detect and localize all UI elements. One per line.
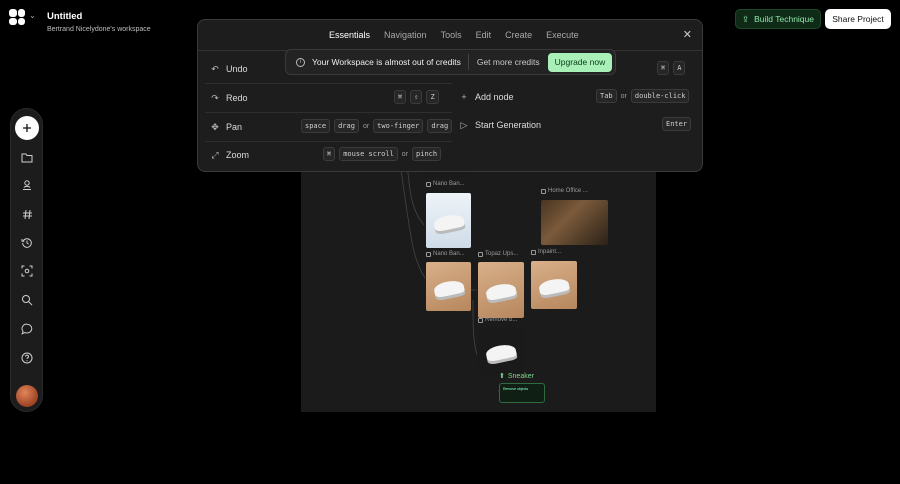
node-image[interactable] — [531, 261, 577, 309]
workspace-name: Bertrand Nicelydone's workspace — [47, 26, 151, 33]
project-title[interactable]: Untitled — [47, 11, 82, 22]
shortcut-tabs: Essentials Navigation Tools Edit Create … — [322, 20, 586, 50]
search-icon[interactable] — [15, 288, 39, 312]
build-technique-button[interactable]: ⇪ Build Technique — [735, 9, 821, 29]
node-label: Topaz Ups... — [478, 251, 518, 257]
shortcut-row-undo: ↶ Undo — [211, 63, 248, 75]
divider — [467, 54, 469, 70]
shortcut-row-pan: ✥ Pan — [211, 121, 243, 133]
close-icon[interactable]: ✕ — [683, 28, 692, 41]
node-image[interactable] — [478, 262, 524, 318]
node-image[interactable] — [426, 193, 471, 248]
info-icon: i — [296, 57, 305, 67]
expand-icon: ⤢ — [211, 149, 219, 160]
user-stack-icon[interactable] — [15, 173, 39, 197]
history-icon[interactable] — [15, 231, 39, 255]
tab-tools[interactable]: Tools — [434, 20, 469, 50]
node-image[interactable] — [478, 328, 524, 374]
node-label: Nano Ban... — [426, 251, 465, 257]
node-label: Remove b... — [478, 317, 517, 323]
plus-icon[interactable] — [15, 116, 39, 140]
right-top-keys: ⌘ A — [657, 61, 686, 75]
undo-icon: ↶ — [211, 63, 219, 74]
move-icon: ✥ — [211, 121, 219, 132]
output-label: ⬆ Sneaker — [499, 372, 534, 381]
chevron-down-icon[interactable]: ⌄ — [29, 11, 36, 20]
divider — [205, 83, 452, 84]
chat-icon[interactable] — [15, 317, 39, 341]
node-label: Inpaint... — [531, 249, 561, 255]
credits-banner: i Your Workspace is almost out of credit… — [285, 49, 616, 75]
tab-execute[interactable]: Execute — [539, 20, 586, 50]
start-generation-keys: Enter — [662, 117, 692, 131]
play-circle-icon: ▷ — [460, 119, 468, 130]
share-project-button[interactable]: Share Project — [825, 9, 891, 29]
shortcut-row-add-node: + Add node — [459, 89, 513, 105]
shortcut-row-redo: ↷ Redo — [211, 92, 248, 104]
node-label: Home Office ... — [541, 188, 588, 194]
tab-essentials[interactable]: Essentials — [322, 20, 378, 50]
avatar[interactable] — [16, 385, 38, 407]
tab-edit[interactable]: Edit — [469, 20, 499, 50]
workflow-canvas[interactable]: Nano Ban... Home Office ... Nano Ban... … — [301, 150, 656, 412]
node-label: Nano Ban... — [426, 181, 465, 187]
output-card[interactable]: Remove objects — [499, 383, 545, 403]
zoom-keys: ⌘ mouse scroll or pinch — [323, 147, 442, 161]
node-image[interactable] — [541, 200, 608, 245]
shortcut-row-zoom: ⤢ Zoom — [211, 149, 250, 161]
credits-message: Your Workspace is almost out of credits — [312, 57, 461, 67]
build-technique-label: Build Technique — [754, 14, 814, 24]
divider — [205, 141, 452, 142]
app-logo[interactable] — [9, 9, 25, 25]
get-more-credits-link[interactable]: Get more credits — [477, 57, 540, 67]
shortcuts-modal: Essentials Navigation Tools Edit Create … — [197, 19, 703, 172]
person-icon: ⬆ — [499, 373, 505, 380]
help-icon[interactable] — [15, 346, 39, 370]
node-image[interactable] — [426, 262, 471, 311]
hash-icon[interactable] — [15, 202, 39, 226]
folder-icon[interactable] — [15, 145, 39, 169]
divider — [205, 112, 452, 113]
add-node-keys: Tab or double-click — [596, 89, 690, 103]
left-toolbar — [10, 108, 43, 412]
plus-icon: + — [461, 92, 467, 102]
scan-face-icon[interactable] — [15, 259, 39, 283]
shortcut-row-start-generation: ▷ Start Generation — [460, 119, 542, 131]
share-tray-icon: ⇪ — [742, 13, 750, 24]
tab-create[interactable]: Create — [498, 20, 539, 50]
redo-keys: ⌘ ⇧ Z — [394, 90, 439, 104]
redo-icon: ↷ — [211, 92, 219, 103]
pan-keys: space drag or two-finger drag — [301, 119, 453, 133]
upgrade-now-button[interactable]: Upgrade now — [547, 52, 613, 72]
tab-navigation[interactable]: Navigation — [377, 20, 434, 50]
